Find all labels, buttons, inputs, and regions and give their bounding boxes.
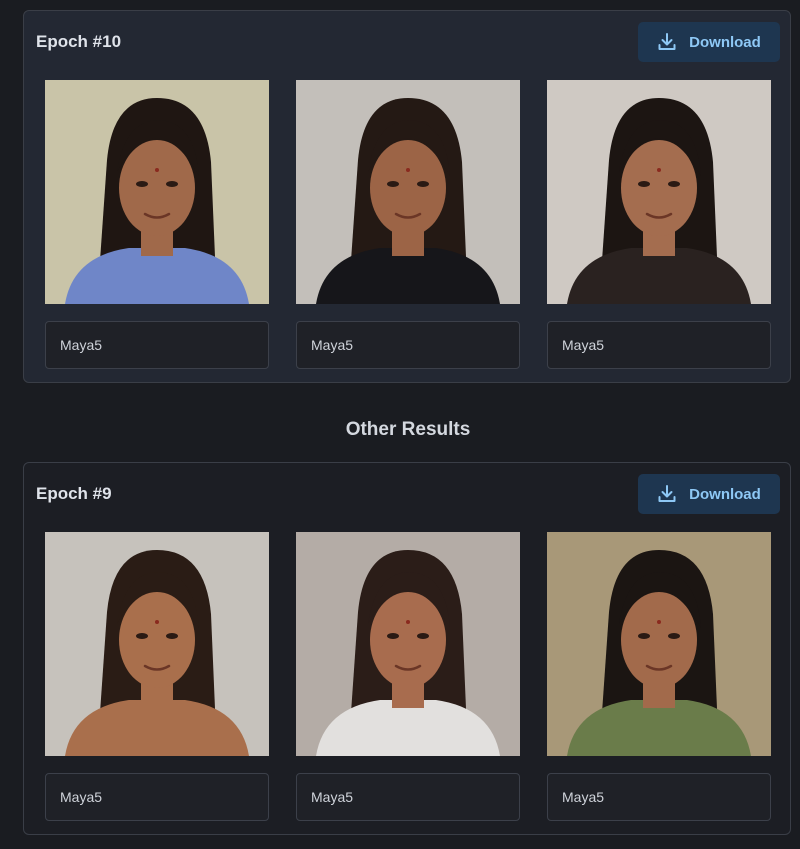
result-image[interactable] [296,532,520,756]
thumbnail-card: Maya5 [547,80,771,369]
image-caption: Maya5 [296,773,520,821]
download-icon [657,32,677,52]
result-image[interactable] [45,532,269,756]
results-page: Epoch #10 Download Maya5 Maya5 Maya5 Oth… [0,0,800,849]
epoch-title: Epoch #10 [36,32,122,51]
download-button[interactable]: Download [638,474,780,514]
epoch-card-9: Epoch #9 Download Maya5 Maya5 Maya5 [23,462,791,835]
thumbnail-card: Maya5 [296,80,520,369]
portrait-photo [547,532,771,756]
epoch-card-10: Epoch #10 Download Maya5 Maya5 Maya5 [23,10,791,383]
epoch-card-header: Epoch #10 Download [36,22,780,62]
download-icon [657,484,677,504]
image-caption: Maya5 [547,321,771,369]
image-caption: Maya5 [45,773,269,821]
portrait-photo [45,532,269,756]
result-image[interactable] [296,80,520,304]
thumbnail-card: Maya5 [547,532,771,821]
thumbnail-card: Maya5 [45,80,269,369]
download-label: Download [689,485,761,503]
epoch-card-header: Epoch #9 Download [36,474,780,514]
portrait-photo [45,80,269,304]
result-image[interactable] [45,80,269,304]
download-button[interactable]: Download [638,22,780,62]
portrait-photo [296,80,520,304]
result-image[interactable] [547,80,771,304]
image-caption: Maya5 [547,773,771,821]
epoch-title: Epoch #9 [36,484,112,503]
download-label: Download [689,33,761,51]
thumbnail-card: Maya5 [296,532,520,821]
image-caption: Maya5 [45,321,269,369]
result-image[interactable] [547,532,771,756]
portrait-photo [296,532,520,756]
thumbnail-card: Maya5 [45,532,269,821]
portrait-photo [547,80,771,304]
image-caption: Maya5 [296,321,520,369]
other-results-heading: Other Results [345,419,471,440]
